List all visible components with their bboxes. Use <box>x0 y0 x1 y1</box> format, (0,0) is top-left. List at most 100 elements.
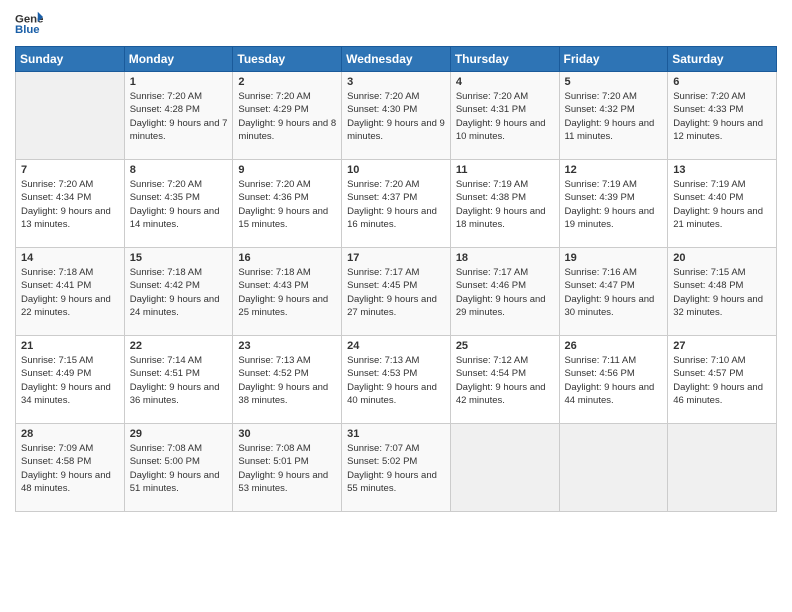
calendar-cell: 31 Sunrise: 7:07 AM Sunset: 5:02 PM Dayl… <box>342 424 451 512</box>
day-info: Sunrise: 7:19 AM Sunset: 4:38 PM Dayligh… <box>456 178 554 231</box>
calendar-cell: 30 Sunrise: 7:08 AM Sunset: 5:01 PM Dayl… <box>233 424 342 512</box>
sunrise-text: Sunrise: 7:20 AM <box>130 91 202 102</box>
day-info: Sunrise: 7:19 AM Sunset: 4:40 PM Dayligh… <box>673 178 771 231</box>
day-number: 16 <box>238 252 336 264</box>
day-info: Sunrise: 7:20 AM Sunset: 4:28 PM Dayligh… <box>130 90 228 143</box>
sunrise-text: Sunrise: 7:20 AM <box>238 179 310 190</box>
sunrise-text: Sunrise: 7:18 AM <box>130 267 202 278</box>
day-number: 28 <box>21 428 119 440</box>
sunrise-text: Sunrise: 7:19 AM <box>673 179 745 190</box>
day-number: 5 <box>565 76 663 88</box>
sunset-text: Sunset: 4:33 PM <box>673 104 743 115</box>
daylight-text: Daylight: 9 hours and 10 minutes. <box>456 118 546 142</box>
sunrise-text: Sunrise: 7:15 AM <box>673 267 745 278</box>
calendar-cell: 24 Sunrise: 7:13 AM Sunset: 4:53 PM Dayl… <box>342 336 451 424</box>
sunrise-text: Sunrise: 7:16 AM <box>565 267 637 278</box>
calendar-cell <box>559 424 668 512</box>
calendar-week-row: 7 Sunrise: 7:20 AM Sunset: 4:34 PM Dayli… <box>16 160 777 248</box>
logo-icon: General Blue <box>15 10 43 38</box>
sunset-text: Sunset: 4:38 PM <box>456 192 526 203</box>
weekday-header: Friday <box>559 47 668 72</box>
calendar-cell: 18 Sunrise: 7:17 AM Sunset: 4:46 PM Dayl… <box>450 248 559 336</box>
sunset-text: Sunset: 4:30 PM <box>347 104 417 115</box>
day-info: Sunrise: 7:10 AM Sunset: 4:57 PM Dayligh… <box>673 354 771 407</box>
sunrise-text: Sunrise: 7:20 AM <box>456 91 528 102</box>
daylight-text: Daylight: 9 hours and 29 minutes. <box>456 294 546 318</box>
calendar-cell: 27 Sunrise: 7:10 AM Sunset: 4:57 PM Dayl… <box>668 336 777 424</box>
calendar-week-row: 21 Sunrise: 7:15 AM Sunset: 4:49 PM Dayl… <box>16 336 777 424</box>
sunset-text: Sunset: 5:02 PM <box>347 456 417 467</box>
page-header: General Blue <box>15 10 777 38</box>
daylight-text: Daylight: 9 hours and 42 minutes. <box>456 382 546 406</box>
day-number: 27 <box>673 340 771 352</box>
sunset-text: Sunset: 4:40 PM <box>673 192 743 203</box>
sunset-text: Sunset: 4:58 PM <box>21 456 91 467</box>
sunrise-text: Sunrise: 7:10 AM <box>673 355 745 366</box>
calendar-cell: 10 Sunrise: 7:20 AM Sunset: 4:37 PM Dayl… <box>342 160 451 248</box>
day-info: Sunrise: 7:13 AM Sunset: 4:52 PM Dayligh… <box>238 354 336 407</box>
day-info: Sunrise: 7:20 AM Sunset: 4:30 PM Dayligh… <box>347 90 445 143</box>
sunrise-text: Sunrise: 7:20 AM <box>673 91 745 102</box>
day-info: Sunrise: 7:11 AM Sunset: 4:56 PM Dayligh… <box>565 354 663 407</box>
svg-text:Blue: Blue <box>15 24 40 36</box>
sunrise-text: Sunrise: 7:17 AM <box>347 267 419 278</box>
sunset-text: Sunset: 4:29 PM <box>238 104 308 115</box>
daylight-text: Daylight: 9 hours and 15 minutes. <box>238 206 328 230</box>
sunrise-text: Sunrise: 7:14 AM <box>130 355 202 366</box>
daylight-text: Daylight: 9 hours and 32 minutes. <box>673 294 763 318</box>
calendar-cell: 5 Sunrise: 7:20 AM Sunset: 4:32 PM Dayli… <box>559 72 668 160</box>
calendar-week-row: 28 Sunrise: 7:09 AM Sunset: 4:58 PM Dayl… <box>16 424 777 512</box>
sunset-text: Sunset: 4:35 PM <box>130 192 200 203</box>
day-number: 6 <box>673 76 771 88</box>
daylight-text: Daylight: 9 hours and 34 minutes. <box>21 382 111 406</box>
calendar-cell <box>16 72 125 160</box>
day-info: Sunrise: 7:15 AM Sunset: 4:49 PM Dayligh… <box>21 354 119 407</box>
calendar-cell: 21 Sunrise: 7:15 AM Sunset: 4:49 PM Dayl… <box>16 336 125 424</box>
daylight-text: Daylight: 9 hours and 46 minutes. <box>673 382 763 406</box>
day-number: 8 <box>130 164 228 176</box>
logo: General Blue <box>15 10 43 38</box>
calendar-cell: 6 Sunrise: 7:20 AM Sunset: 4:33 PM Dayli… <box>668 72 777 160</box>
calendar-cell <box>668 424 777 512</box>
sunset-text: Sunset: 4:37 PM <box>347 192 417 203</box>
day-info: Sunrise: 7:20 AM Sunset: 4:31 PM Dayligh… <box>456 90 554 143</box>
day-info: Sunrise: 7:13 AM Sunset: 4:53 PM Dayligh… <box>347 354 445 407</box>
calendar-cell: 1 Sunrise: 7:20 AM Sunset: 4:28 PM Dayli… <box>124 72 233 160</box>
day-number: 23 <box>238 340 336 352</box>
day-info: Sunrise: 7:17 AM Sunset: 4:46 PM Dayligh… <box>456 266 554 319</box>
day-number: 12 <box>565 164 663 176</box>
day-info: Sunrise: 7:14 AM Sunset: 4:51 PM Dayligh… <box>130 354 228 407</box>
day-number: 4 <box>456 76 554 88</box>
calendar-cell: 9 Sunrise: 7:20 AM Sunset: 4:36 PM Dayli… <box>233 160 342 248</box>
calendar-cell: 13 Sunrise: 7:19 AM Sunset: 4:40 PM Dayl… <box>668 160 777 248</box>
sunset-text: Sunset: 4:51 PM <box>130 368 200 379</box>
weekday-header: Thursday <box>450 47 559 72</box>
sunset-text: Sunset: 4:56 PM <box>565 368 635 379</box>
sunset-text: Sunset: 4:34 PM <box>21 192 91 203</box>
day-number: 13 <box>673 164 771 176</box>
daylight-text: Daylight: 9 hours and 9 minutes. <box>347 118 445 142</box>
sunrise-text: Sunrise: 7:20 AM <box>130 179 202 190</box>
sunset-text: Sunset: 4:52 PM <box>238 368 308 379</box>
sunset-text: Sunset: 4:36 PM <box>238 192 308 203</box>
day-info: Sunrise: 7:20 AM Sunset: 4:37 PM Dayligh… <box>347 178 445 231</box>
calendar-body: 1 Sunrise: 7:20 AM Sunset: 4:28 PM Dayli… <box>16 72 777 512</box>
sunset-text: Sunset: 4:45 PM <box>347 280 417 291</box>
day-number: 18 <box>456 252 554 264</box>
sunrise-text: Sunrise: 7:20 AM <box>238 91 310 102</box>
daylight-text: Daylight: 9 hours and 27 minutes. <box>347 294 437 318</box>
day-number: 31 <box>347 428 445 440</box>
calendar-cell: 14 Sunrise: 7:18 AM Sunset: 4:41 PM Dayl… <box>16 248 125 336</box>
weekday-header: Saturday <box>668 47 777 72</box>
weekday-header: Sunday <box>16 47 125 72</box>
sunrise-text: Sunrise: 7:13 AM <box>238 355 310 366</box>
sunrise-text: Sunrise: 7:13 AM <box>347 355 419 366</box>
calendar-cell: 4 Sunrise: 7:20 AM Sunset: 4:31 PM Dayli… <box>450 72 559 160</box>
sunset-text: Sunset: 4:32 PM <box>565 104 635 115</box>
calendar-cell: 16 Sunrise: 7:18 AM Sunset: 4:43 PM Dayl… <box>233 248 342 336</box>
sunset-text: Sunset: 5:00 PM <box>130 456 200 467</box>
day-number: 7 <box>21 164 119 176</box>
calendar-table: SundayMondayTuesdayWednesdayThursdayFrid… <box>15 46 777 512</box>
sunrise-text: Sunrise: 7:20 AM <box>347 179 419 190</box>
sunrise-text: Sunrise: 7:08 AM <box>130 443 202 454</box>
